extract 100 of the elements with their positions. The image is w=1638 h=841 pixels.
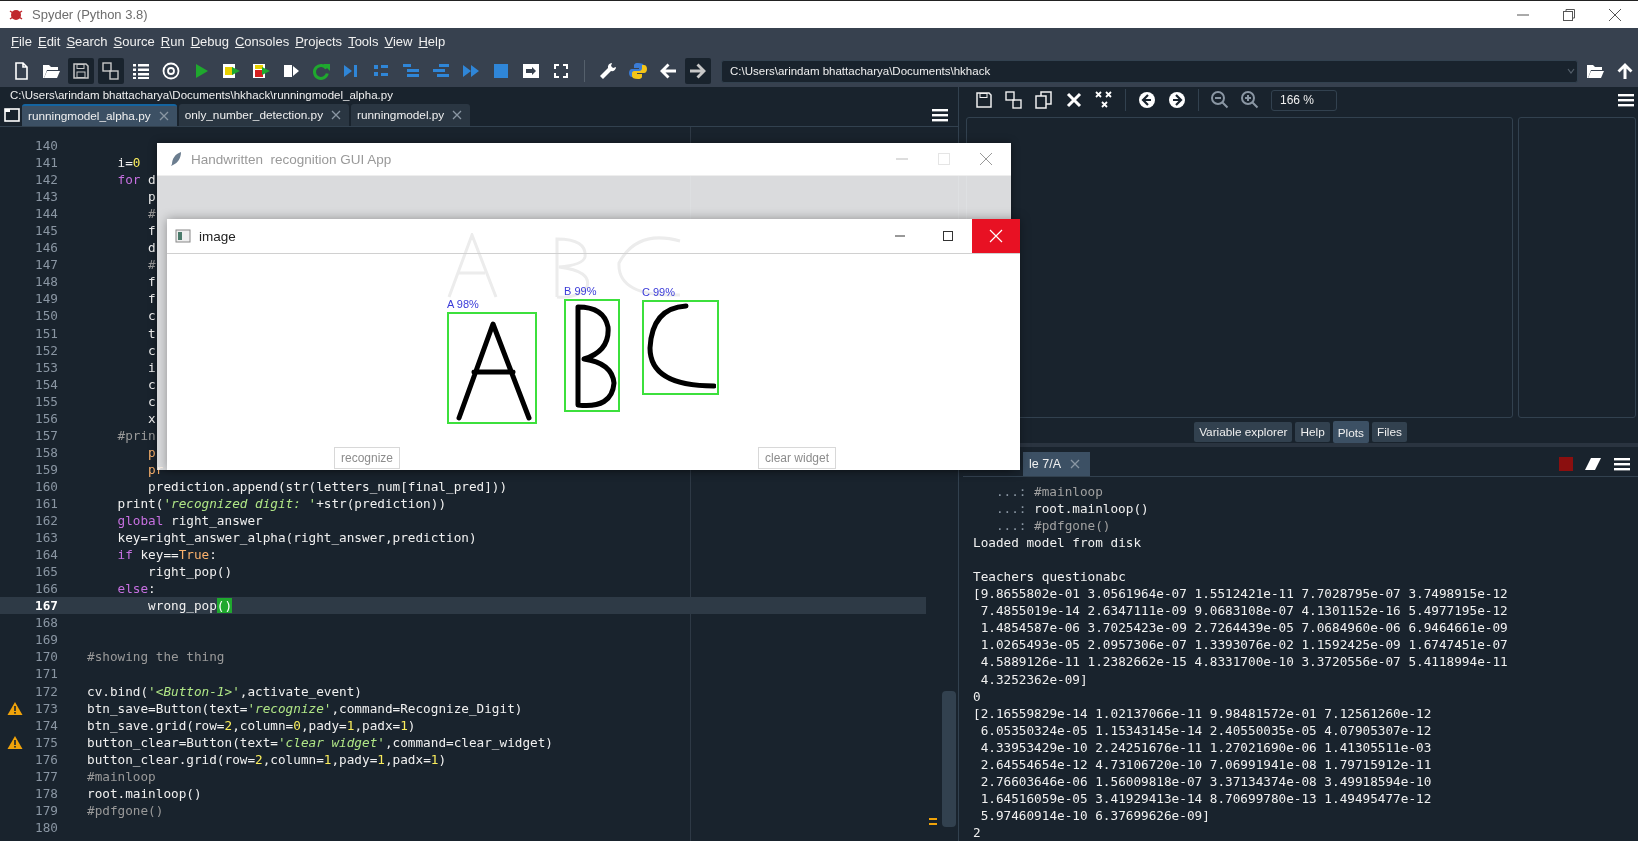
menu-item[interactable]: Edit	[37, 34, 61, 49]
warning-icon	[7, 700, 23, 716]
line-number: 162	[34, 512, 58, 530]
menu-item[interactable]: Consoles	[234, 34, 290, 49]
path-field[interactable]: C:\Users\arindam bhattacharya\Documents\hkhack	[721, 59, 1578, 83]
line-number: 168	[34, 614, 58, 632]
line-number: 176	[34, 750, 58, 768]
restore-icon[interactable]	[1561, 6, 1577, 23]
console-line: 0	[973, 687, 982, 705]
console-line: [9.8655802e-01 3.0561964e-07 1.5512421e-11 7.7028795e-07 3.7498915e-12	[973, 585, 1509, 603]
line-number: 145	[34, 222, 58, 240]
console-line: 1.4854587e-06 3.7025423e-09 2.7264439e-05 7.0684960e-06 6.9464661e-09	[979, 619, 1509, 637]
tab-browser-icon[interactable]	[4, 107, 20, 122]
warning-marker-icon	[928, 817, 938, 827]
menu-item[interactable]: Run	[160, 34, 185, 49]
console-line: 4.3252362e-09]	[979, 670, 1089, 688]
code-line: right_pop()	[147, 563, 233, 581]
console-line: ...: #mainloop	[994, 483, 1104, 501]
pane-tab[interactable]: Plots	[1332, 421, 1369, 444]
pane-tab[interactable]: Files	[1371, 422, 1407, 443]
code-line: prediction.append(str(letters_num[final_pred]))	[147, 477, 508, 495]
editor-tab[interactable]: runningmodel.py	[351, 103, 471, 126]
code-line: wrong_pop()	[147, 597, 233, 615]
line-number: 156	[34, 409, 58, 427]
code-line: print('recognized digit: '+str(prediction))	[116, 495, 447, 513]
menu-item[interactable]: Projects	[295, 34, 343, 49]
console-line: 2.76603646e-06 1.56009818e-07 3.37134374e-08 3.49918594e-10	[979, 772, 1433, 790]
line-number: 155	[34, 392, 58, 410]
zoom-field[interactable]: 166 %	[1271, 89, 1337, 111]
window-icon	[175, 229, 191, 243]
line-number: 144	[34, 205, 58, 223]
menu-item[interactable]: Debug	[190, 34, 229, 49]
line-number: 142	[34, 171, 58, 189]
menu-item[interactable]: Source	[113, 34, 155, 49]
menu-item[interactable]: File	[11, 34, 32, 49]
code-line: c	[147, 375, 156, 393]
line-number: 173	[34, 699, 58, 717]
code-line: for d	[116, 171, 156, 189]
menu-item[interactable]: Search	[66, 34, 108, 49]
console-line: [2.16559829e-14 1.02137066e-11 9.98481572e-01 7.12561260e-12	[973, 704, 1433, 722]
line-number: 172	[34, 682, 58, 700]
line-number: 171	[34, 665, 58, 683]
save-icon[interactable]	[68, 58, 94, 84]
code-line: c	[147, 392, 156, 410]
code-line: i=0	[116, 154, 141, 172]
code-line: btn_save=Button(text='recognize',command=Recognize_Digit)	[87, 699, 523, 717]
line-number: 159	[34, 460, 58, 478]
code-line: button_clear.grid(row=2,column=1,pady=1,padx=1)	[87, 750, 447, 768]
code-line: f	[147, 290, 156, 308]
line-number: 150	[34, 307, 58, 325]
code-line: #mainloop	[87, 767, 156, 785]
line-number: 170	[34, 648, 58, 666]
line-number: 146	[34, 239, 58, 257]
faint-button[interactable]: clear widget	[758, 447, 837, 469]
line-number: 149	[34, 290, 58, 308]
code-line: if key==True:	[116, 546, 217, 564]
line-number: 147	[34, 256, 58, 274]
code-line: f	[147, 222, 156, 240]
line-number: 177	[34, 767, 58, 785]
code-line: d	[147, 239, 156, 257]
code-line: c	[147, 341, 156, 359]
menu-item[interactable]: Help	[418, 34, 446, 49]
line-number: 160	[34, 477, 58, 495]
save-all-icon[interactable]	[98, 58, 124, 84]
console-line: Loaded model from disk	[973, 534, 1143, 552]
console-line: 2.64554654e-12 4.73106720e-10 7.06991941e-08 1.79715912e-11	[979, 755, 1433, 773]
code-line: btn_save.grid(row=2,column=0,pady=1,padx=1)	[87, 716, 416, 734]
code-line: #pdfgone()	[87, 801, 164, 819]
console-line: 5.97460914e-10 6.37699626e-09]	[979, 806, 1211, 824]
console-line: 4.33953429e-10 2.24251676e-11 1.27021690e-06 1.41305511e-03	[979, 738, 1433, 756]
pane-tab[interactable]: Variable explorer	[1194, 422, 1293, 443]
eraser-icon[interactable]	[1584, 455, 1602, 472]
line-number: 167	[34, 597, 58, 615]
line-number: 154	[34, 375, 58, 393]
menu-item[interactable]: View	[384, 34, 413, 49]
pane-tab[interactable]: Help	[1295, 422, 1330, 443]
warning-icon	[7, 734, 23, 750]
code-line: x	[147, 409, 156, 427]
faint-button[interactable]: recognize	[334, 447, 401, 469]
code-line: button_clear=Button(text='clear widget',command=clear_widget)	[87, 733, 553, 751]
line-number: 178	[34, 784, 58, 802]
line-number: 165	[34, 563, 58, 581]
code-line: p	[147, 443, 156, 461]
code-line: c	[147, 307, 156, 325]
close-icon[interactable]	[1607, 6, 1623, 23]
detection-label: C 99%	[642, 286, 676, 298]
menu-item[interactable]: Tools	[348, 34, 379, 49]
file-path: C:\Users\arindam bhattacharya\Documents\hkhack\runningmodel_alpha.py	[9, 88, 394, 103]
console-tab[interactable]: le 7/A	[1023, 451, 1090, 476]
editor-tab[interactable]: runningmodel_alpha.py	[22, 103, 177, 126]
window-title: Spyder (Python 3.8)	[32, 7, 149, 22]
console-line: ...: root.mainloop()	[994, 500, 1150, 518]
line-number: 164	[34, 546, 58, 564]
console-line: 2	[973, 823, 982, 841]
code-line: #showing the thing	[87, 648, 225, 666]
code-line: global right_answer	[116, 512, 263, 530]
code-line: f	[147, 273, 156, 291]
code-line: #	[147, 256, 156, 274]
detection-label: B 99%	[564, 285, 597, 297]
editor-tab[interactable]: only_number_detection.py	[178, 103, 350, 126]
